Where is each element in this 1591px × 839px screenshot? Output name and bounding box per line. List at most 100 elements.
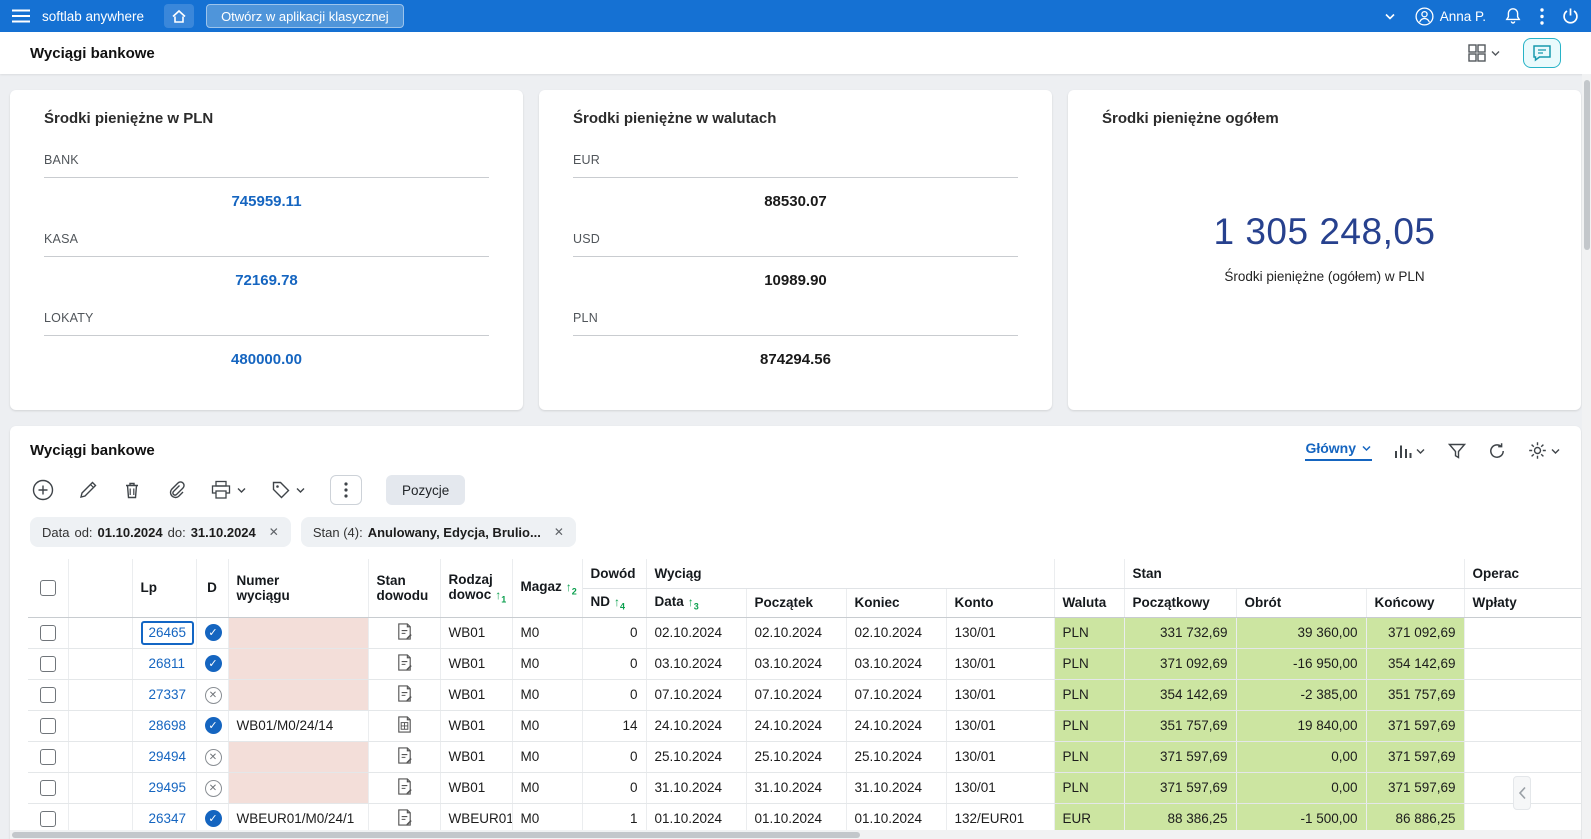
- row-checkbox[interactable]: [39, 779, 56, 796]
- page-header-actions: [1468, 38, 1561, 68]
- comments-button[interactable]: [1523, 38, 1561, 68]
- row-checkbox[interactable]: [39, 686, 56, 703]
- view-selector[interactable]: Główny: [1305, 440, 1372, 461]
- row-lp-cell: 29495: [132, 772, 197, 804]
- row-select-cell: [28, 741, 69, 773]
- row-nd-cell: 0: [582, 741, 647, 773]
- lp-link[interactable]: 28698: [141, 714, 195, 738]
- table-row[interactable]: 29494 ✕ WB01 M0 0 25.10.2024 25.10.2024 25.10.2…: [28, 741, 1581, 773]
- row-lp-cell: 28698: [132, 710, 197, 742]
- row-konto-cell: 130/01: [946, 772, 1055, 804]
- scrollbar-thumb[interactable]: [1583, 80, 1590, 250]
- plus-circle-icon: [32, 479, 54, 501]
- col-header-konto[interactable]: Konto: [946, 588, 1055, 618]
- table-row[interactable]: 28698 ✓ WB01/M0/24/14 WB01 M0 14 24.10.2024 24.…: [28, 710, 1581, 742]
- panel-title: Wyciągi bankowe: [30, 442, 155, 459]
- field-value: 10989.90: [764, 272, 827, 289]
- page-title: Wyciągi bankowe: [30, 44, 155, 62]
- filter-button[interactable]: [1448, 443, 1466, 459]
- menu-icon[interactable]: [12, 9, 30, 23]
- col-header-poczatkowy[interactable]: Początkowy: [1124, 588, 1237, 618]
- col-label: dowodu: [376, 587, 429, 603]
- delete-button[interactable]: [122, 480, 142, 500]
- horizontal-scrollbar[interactable]: [10, 830, 1581, 839]
- add-button[interactable]: [32, 479, 54, 501]
- chip-close-icon[interactable]: ✕: [269, 525, 279, 539]
- row-checkbox[interactable]: [39, 748, 56, 765]
- lp-link[interactable]: 29494: [141, 745, 195, 769]
- chart-view-button[interactable]: [1394, 443, 1426, 459]
- col-header-d[interactable]: D: [196, 559, 229, 618]
- chevron-down-icon: [296, 488, 305, 493]
- lp-link[interactable]: 26347: [141, 807, 195, 831]
- user-menu[interactable]: Anna P.: [1415, 6, 1486, 26]
- row-magaz-cell: M0: [512, 772, 583, 804]
- select-all-checkbox[interactable]: [39, 579, 56, 596]
- col-header-rodzaj[interactable]: Rodzaj dowoc ↑1: [440, 559, 513, 618]
- col-header-obrot[interactable]: Obrót: [1236, 588, 1367, 618]
- row-checkbox[interactable]: [39, 624, 56, 641]
- tags-button[interactable]: [271, 480, 306, 500]
- lp-link[interactable]: 26465: [140, 620, 195, 645]
- lp-link[interactable]: 29495: [141, 776, 195, 800]
- col-label: Numer: [236, 572, 280, 588]
- lp-link[interactable]: 27337: [141, 683, 195, 707]
- row-checkbox[interactable]: [39, 810, 56, 827]
- layout-switcher-button[interactable]: [1468, 44, 1501, 62]
- table-row[interactable]: 27337 ✕ WB01 M0 0 07.10.2024 07.10.2024 07.10.2…: [28, 679, 1581, 711]
- vertical-scrollbar[interactable]: [1582, 74, 1591, 839]
- row-koniec-cell: 24.10.2024: [846, 710, 947, 742]
- col-header-waluta[interactable]: Waluta: [1054, 588, 1125, 618]
- col-header-poczatek[interactable]: Początek: [746, 588, 847, 618]
- filter-chip-stan[interactable]: Stan (4): Anulowany, Edycja, Brulio... ✕: [300, 517, 576, 547]
- more-options-icon[interactable]: [1540, 7, 1544, 25]
- field-divider: [44, 177, 489, 178]
- settings-button[interactable]: [1528, 441, 1561, 460]
- attach-button[interactable]: [166, 480, 186, 500]
- col-header-stan-dowodu[interactable]: Stan dowodu: [368, 559, 441, 618]
- collapse-panel-button[interactable]: [1513, 776, 1531, 810]
- col-header-koncowy[interactable]: Końcowy: [1366, 588, 1465, 618]
- row-checkbox[interactable]: [39, 717, 56, 734]
- lp-link[interactable]: 26811: [141, 652, 194, 676]
- row-select-cell: [28, 617, 69, 649]
- col-header-nd[interactable]: ND ↑4: [582, 588, 647, 618]
- col-header-lp[interactable]: Lp: [132, 559, 197, 618]
- more-actions-button[interactable]: [330, 475, 362, 505]
- row-poczatek-cell: 25.10.2024: [746, 741, 847, 773]
- scrollbar-thumb[interactable]: [12, 831, 861, 838]
- chevron-down-icon[interactable]: [1383, 10, 1397, 22]
- row-status-cell: ✓: [196, 617, 229, 649]
- open-classic-button[interactable]: Otwórz w aplikacji klasycznej: [206, 4, 404, 28]
- notifications-bell-icon[interactable]: [1504, 7, 1522, 25]
- pencil-icon: [80, 481, 97, 498]
- table-row[interactable]: 26811 ✓ WB01 M0 0 03.10.2024 03.10.2024 03.10.2…: [28, 648, 1581, 680]
- row-numer-cell: [228, 679, 369, 711]
- edit-button[interactable]: [78, 480, 98, 500]
- chip-close-icon[interactable]: ✕: [554, 525, 564, 539]
- col-label: Koniec: [854, 595, 900, 610]
- row-data-cell: 25.10.2024: [646, 741, 747, 773]
- col-header-data[interactable]: Data ↑3: [646, 588, 747, 618]
- table-row[interactable]: 29495 ✕ WB01 M0 0 31.10.2024 31.10.2024 31.10.2…: [28, 772, 1581, 804]
- col-header-numer[interactable]: Numer wyciągu: [228, 559, 369, 618]
- document-edit-icon: [395, 653, 414, 672]
- print-button[interactable]: [210, 480, 247, 500]
- col-label: D: [207, 580, 217, 596]
- home-button[interactable]: [164, 4, 195, 28]
- chip-date-label: Data: [42, 524, 70, 540]
- col-header-wplaty[interactable]: Wpłaty: [1464, 588, 1581, 618]
- refresh-button[interactable]: [1488, 442, 1506, 460]
- row-checkbox[interactable]: [39, 655, 56, 672]
- col-label: Wpłaty: [1472, 595, 1517, 610]
- col-header-koniec[interactable]: Koniec: [846, 588, 947, 618]
- power-icon[interactable]: [1562, 7, 1579, 25]
- pozycje-button[interactable]: Pozycje: [386, 475, 466, 505]
- row-nd-cell: 14: [582, 710, 647, 742]
- document-edit-icon: [395, 684, 414, 703]
- row-data-cell: 07.10.2024: [646, 679, 747, 711]
- field-label: USD: [573, 232, 600, 246]
- table-row[interactable]: 26465 ✓ WB01 M0 0 02.10.2024 02.10.2024 02.10.2…: [28, 617, 1581, 649]
- filter-chip-date[interactable]: Data od: 01.10.2024 do: 31.10.2024 ✕: [30, 517, 291, 547]
- col-header-magaz[interactable]: Magaz ↑2: [512, 559, 583, 618]
